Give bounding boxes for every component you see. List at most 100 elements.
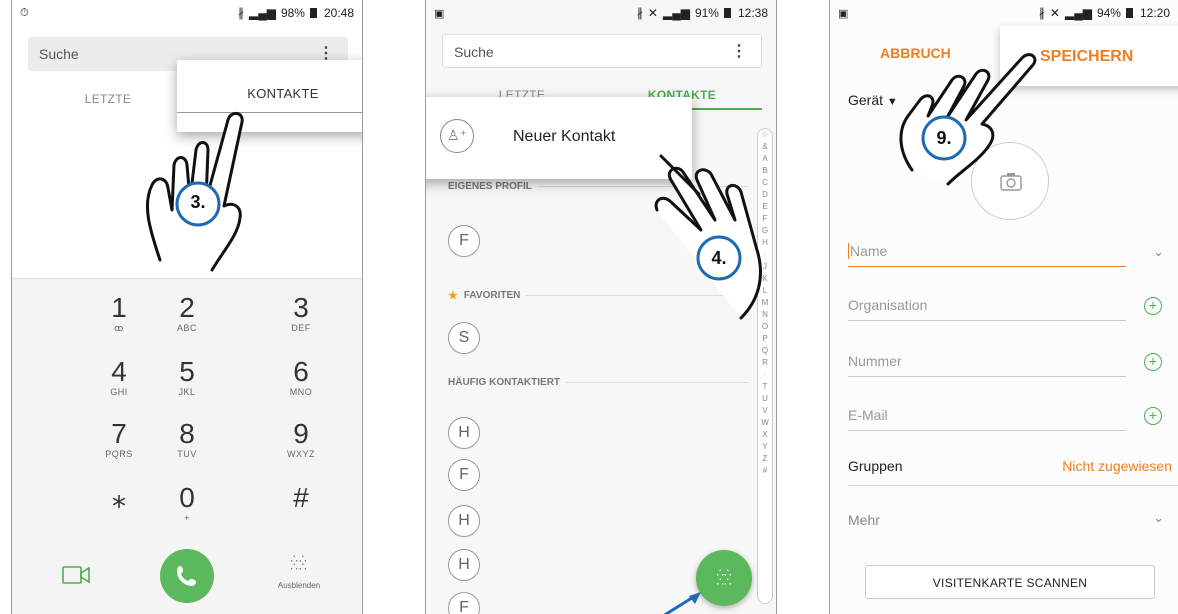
search-input[interactable]: Suche ⋮ xyxy=(442,34,762,68)
storage-label: Gerät xyxy=(848,92,884,108)
storage-selector[interactable]: Gerät ▼ xyxy=(848,92,898,108)
contacts-tab-label: KONTAKTE xyxy=(247,86,319,101)
dial-key[interactable]: # xyxy=(251,483,351,513)
video-call-button[interactable] xyxy=(62,565,90,585)
dial-key-digit: 0 xyxy=(179,482,195,513)
video-camera-icon xyxy=(62,566,90,584)
dial-key[interactable]: 5 JKL xyxy=(137,357,237,398)
alphabet-index-letter[interactable]: J xyxy=(758,261,772,273)
email-field[interactable]: E-Mail xyxy=(848,401,1126,431)
groups-label: Gruppen xyxy=(848,458,903,474)
add-email-icon[interactable]: + xyxy=(1144,407,1162,425)
alphabet-index-letter[interactable]: V xyxy=(758,405,772,417)
bluetooth-icon: ∦ xyxy=(237,6,244,20)
alphabet-index-scrollbar[interactable]: ☆ & A B C D E F G H · J K L M N O P Q R · T U V W X Y Z # xyxy=(757,128,773,604)
dial-key[interactable]: 6 MNO xyxy=(251,357,351,398)
new-contact-menu-item[interactable]: ♙⁺ Neuer Kontakt xyxy=(426,97,692,179)
alphabet-index-letter[interactable]: E xyxy=(758,201,772,213)
dial-key-digit: # xyxy=(293,482,309,513)
alphabet-index-letter[interactable]: ☆ xyxy=(758,129,772,141)
avatar[interactable]: S xyxy=(448,322,480,354)
alphabet-index-letter[interactable]: T xyxy=(758,381,772,393)
mute-icon: ✕ xyxy=(1049,6,1060,20)
arrow-icon xyxy=(663,592,701,614)
section-frequent: HÄUFIG KONTAKTIERT xyxy=(448,377,748,388)
alphabet-index-letter[interactable]: · xyxy=(758,249,772,261)
more-row[interactable]: Mehr ⌄ xyxy=(848,506,1178,536)
dial-key-letters: MNO xyxy=(289,387,313,397)
scan-business-card-button[interactable]: VISITENKARTE SCANNEN xyxy=(865,565,1155,599)
alphabet-index-letter[interactable]: D xyxy=(758,189,772,201)
new-contact-screen: ▣ ∦ ✕ ▂▄▆ 94% 12:20 ABBRUCH SPEICHERN Ge… xyxy=(829,0,1178,614)
groups-row[interactable]: Gruppen Nicht zugewiesen xyxy=(848,450,1178,486)
hide-keypad-button[interactable]: ∴∴ ∴∴ Ausblenden xyxy=(264,553,334,590)
alphabet-index-letter[interactable]: N xyxy=(758,309,772,321)
alphabet-index-letter[interactable]: U xyxy=(758,393,772,405)
alphabet-index-letter[interactable]: O xyxy=(758,321,772,333)
battery-level: 94% xyxy=(1096,6,1121,20)
alphabet-index-letter[interactable]: R xyxy=(758,357,772,369)
alphabet-index-letter[interactable]: L xyxy=(758,285,772,297)
alphabet-index-letter[interactable]: W xyxy=(758,417,772,429)
dial-key-letters: WXYZ xyxy=(287,449,315,459)
avatar[interactable]: F xyxy=(448,225,480,257)
dropdown-arrow-icon: ▼ xyxy=(886,96,898,108)
alphabet-index-letter[interactable]: Q xyxy=(758,345,772,357)
call-button[interactable] xyxy=(160,549,214,603)
bluetooth-icon: ∦ xyxy=(1038,6,1045,20)
dial-key[interactable]: 8 TUV xyxy=(137,419,237,460)
section-own-profile: EIGENES PROFIL xyxy=(448,181,748,192)
dial-key[interactable]: 2 ABC xyxy=(137,293,237,334)
mute-icon: ✕ xyxy=(647,6,658,20)
alphabet-index-letter[interactable]: X xyxy=(758,429,772,441)
save-button[interactable]: SPEICHERN xyxy=(1000,26,1178,86)
alphabet-index-letter[interactable]: P xyxy=(758,333,772,345)
keypad-icon: ∴∴ ∴∴ xyxy=(716,566,732,589)
alphabet-index-letter[interactable]: C xyxy=(758,177,772,189)
alphabet-index-letter[interactable]: F xyxy=(758,213,772,225)
cancel-button[interactable]: ABBRUCH xyxy=(880,45,951,61)
add-organisation-icon[interactable]: + xyxy=(1144,297,1162,315)
status-time: 12:20 xyxy=(1139,6,1170,20)
dial-key[interactable]: 0 + xyxy=(137,482,237,524)
tab-recent[interactable]: LETZTE xyxy=(28,82,188,112)
avatar[interactable]: H xyxy=(448,549,480,581)
number-field[interactable]: Nummer xyxy=(848,347,1126,377)
more-options-icon[interactable]: ⋮ xyxy=(731,41,747,61)
contacts-tab-highlight[interactable]: KONTAKTE xyxy=(177,60,362,132)
signal-icon: ▂▄▆ xyxy=(1064,6,1092,20)
alphabet-index-letter[interactable]: B xyxy=(758,165,772,177)
alphabet-index-letter[interactable]: · xyxy=(758,369,772,381)
alphabet-index-letter[interactable]: # xyxy=(758,465,772,477)
section-favorites: ★ FAVORITEN xyxy=(448,289,748,302)
avatar[interactable]: F xyxy=(448,592,480,614)
save-label: SPEICHERN xyxy=(1040,48,1134,65)
alphabet-index-letter[interactable]: H xyxy=(758,237,772,249)
avatar[interactable]: H xyxy=(448,505,480,537)
add-number-icon[interactable]: + xyxy=(1144,353,1162,371)
alphabet-index-letter[interactable]: A xyxy=(758,153,772,165)
expand-name-icon[interactable]: ⌄ xyxy=(1153,244,1164,260)
dial-key[interactable]: 3 DEF xyxy=(251,293,351,334)
dial-key[interactable]: 9 WXYZ xyxy=(251,419,351,460)
photo-button[interactable] xyxy=(971,142,1049,220)
alphabet-index-letter[interactable]: Y xyxy=(758,441,772,453)
search-placeholder: Suche xyxy=(39,46,79,62)
camera-icon xyxy=(1000,173,1022,191)
groups-value: Nicht zugewiesen xyxy=(1062,458,1172,474)
alphabet-index-letter[interactable]: G xyxy=(758,225,772,237)
alphabet-index-letter[interactable]: M xyxy=(758,297,772,309)
avatar[interactable]: H xyxy=(448,417,480,449)
status-bar: ⏱ ∦ ▂▄▆ 98% 20:48 xyxy=(12,0,362,26)
alphabet-index-letter[interactable]: Z xyxy=(758,453,772,465)
signal-icon: ▂▄▆ xyxy=(248,6,276,20)
new-contact-label: Neuer Kontakt xyxy=(513,128,616,145)
step-number: 9. xyxy=(936,128,952,148)
alphabet-index-letter[interactable]: & xyxy=(758,141,772,153)
step-number: 3. xyxy=(190,192,206,212)
organisation-field[interactable]: Organisation xyxy=(848,291,1126,321)
name-field[interactable]: Name xyxy=(848,237,1126,267)
alphabet-index-letter[interactable]: K xyxy=(758,273,772,285)
avatar[interactable]: F xyxy=(448,459,480,491)
organisation-placeholder: Organisation xyxy=(848,297,928,313)
